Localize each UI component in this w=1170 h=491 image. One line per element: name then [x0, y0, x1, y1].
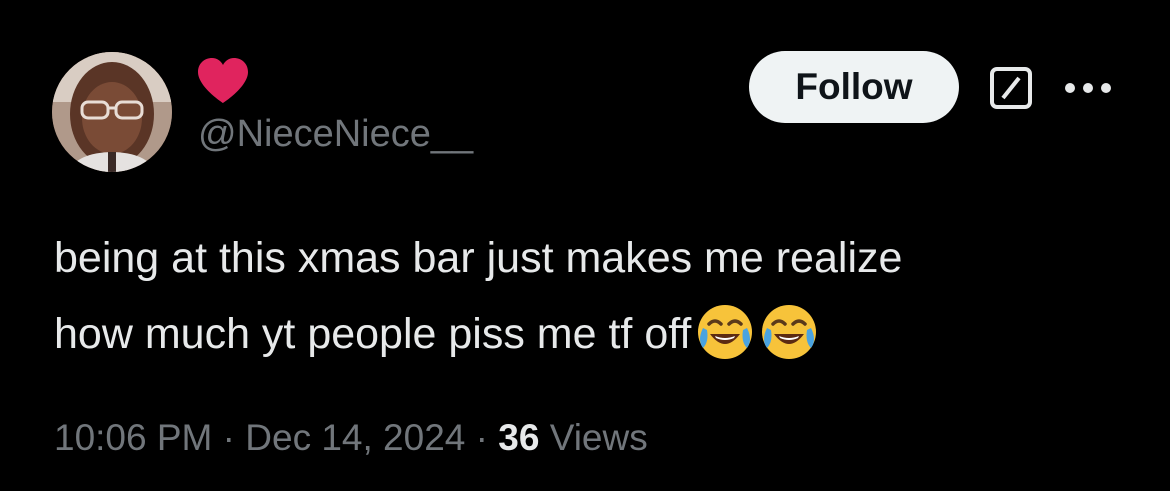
follow-button[interactable]: Follow — [749, 51, 959, 123]
more-icon[interactable] — [1062, 78, 1114, 98]
author-handle[interactable]: @NieceNiece__ — [198, 112, 473, 156]
tweet-meta: 10:06 PM · Dec 14, 2024 · 36 Views — [54, 414, 648, 462]
tweet-time[interactable]: 10:06 PM — [54, 417, 212, 458]
tweet-text-line-2-text: how much yt people piss me tf off — [54, 310, 692, 358]
meta-separator-2: · — [475, 417, 488, 458]
tweet-card: @NieceNiece__ Follow being at this xmas … — [0, 0, 1170, 491]
face-with-tears-of-joy-icon — [759, 302, 819, 362]
heart-icon — [198, 58, 248, 103]
views-label[interactable]: Views — [550, 417, 648, 458]
avatar[interactable] — [52, 52, 172, 172]
author-name[interactable] — [196, 56, 250, 106]
views-count[interactable]: 36 — [498, 417, 539, 458]
tweet-text: being at this xmas bar just makes me rea… — [54, 220, 1134, 372]
tweet-date[interactable]: Dec 14, 2024 — [245, 417, 465, 458]
tweet-text-line-2: how much yt people piss me tf off — [54, 296, 1134, 372]
face-with-tears-of-joy-icon — [695, 302, 755, 362]
meta-separator: · — [222, 417, 235, 458]
tweet-text-line: being at this xmas bar just makes me rea… — [54, 234, 903, 282]
avatar-image — [52, 52, 172, 172]
grok-icon[interactable] — [989, 66, 1033, 110]
